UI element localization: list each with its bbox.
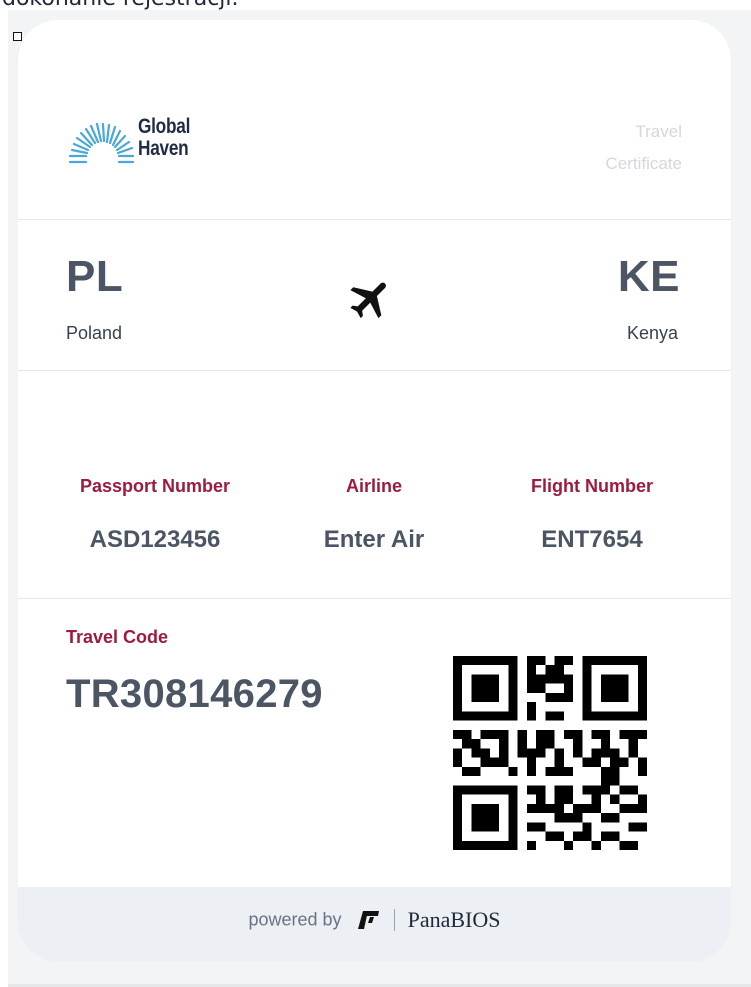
certificate-title-line-1: Travel bbox=[635, 122, 682, 141]
origin-code: PL bbox=[66, 252, 124, 301]
powered-by-row: powered by PanaBIOS bbox=[18, 907, 731, 933]
certificate-title: Travel Certificate bbox=[542, 116, 682, 180]
divider bbox=[18, 598, 731, 599]
divider bbox=[18, 370, 731, 371]
certificate-title-line-2: Certificate bbox=[605, 154, 682, 173]
logo-line-2: Haven bbox=[138, 137, 189, 160]
sunburst-logo-icon bbox=[68, 122, 135, 164]
passport-number-value: ASD123456 bbox=[89, 526, 221, 553]
origin-country: Poland bbox=[66, 323, 123, 343]
powered-by-text: powered by bbox=[248, 909, 342, 930]
airplane-icon bbox=[350, 282, 386, 319]
footer-separator bbox=[393, 909, 395, 931]
footer: powered by PanaBIOS bbox=[18, 887, 731, 960]
flight-number-value: ENT7654 bbox=[541, 526, 643, 553]
brand-name: PanaBIOS bbox=[407, 907, 501, 932]
checkbox-icon[interactable] bbox=[13, 32, 22, 41]
page: dokonanie rejestracji. bbox=[0, 0, 751, 987]
panabios-logo-icon bbox=[357, 911, 379, 929]
logo-wordmark: Global Haven bbox=[138, 116, 190, 160]
airline-value: Enter Air bbox=[323, 526, 425, 553]
travel-code-label: Travel Code bbox=[66, 627, 169, 647]
divider bbox=[18, 219, 731, 220]
flight-number-label: Flight Number bbox=[531, 476, 653, 496]
destination-country: Kenya bbox=[626, 323, 678, 343]
global-haven-logo: Global Haven bbox=[66, 110, 226, 172]
destination-code: KE bbox=[617, 252, 680, 301]
travel-code-value: TR308146279 bbox=[66, 672, 323, 716]
airline-label: Airline bbox=[345, 476, 402, 496]
travel-certificate-card: Global Haven Travel Certificate PL Polan… bbox=[18, 20, 731, 960]
qr-code-icon bbox=[453, 656, 647, 850]
logo-line-1: Global bbox=[138, 115, 191, 138]
passport-number-label: Passport Number bbox=[79, 476, 231, 496]
